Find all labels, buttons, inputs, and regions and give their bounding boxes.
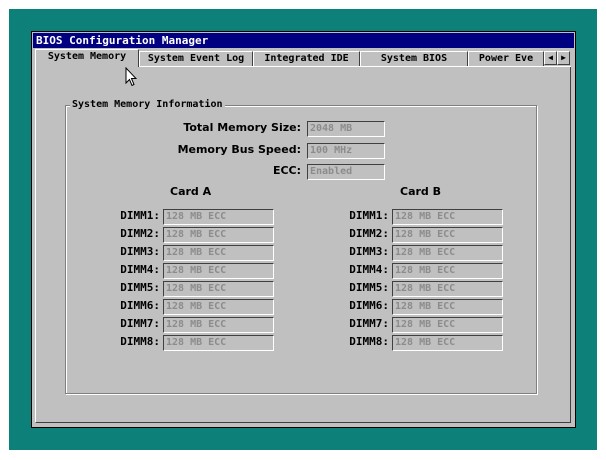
tab-label: System BIOS	[380, 53, 448, 64]
dimm-field: 128 MB ECC	[163, 281, 274, 297]
dimm-field: 128 MB ECC	[392, 299, 503, 315]
memory-bus-speed-field: 100 MHz	[307, 143, 385, 159]
dimm-label: DIMM6:	[349, 299, 389, 312]
window-title: BIOS Configuration Manager	[33, 33, 574, 48]
tab-label: Power Eve	[478, 53, 534, 64]
dimm-label: DIMM3:	[120, 245, 160, 258]
dimm-field: 128 MB ECC	[392, 245, 503, 261]
tab-strip: System Memory System Event Log Integrate…	[35, 49, 571, 67]
dimm-label: DIMM8:	[120, 335, 160, 348]
tab-system-bios[interactable]: System BIOS	[360, 51, 468, 66]
tab-power-events[interactable]: Power Eve	[468, 51, 544, 66]
right-arrow-icon[interactable]: ▶	[557, 51, 570, 65]
total-memory-field: 2048 MB	[307, 121, 385, 137]
dimm-field: 128 MB ECC	[163, 227, 274, 243]
dimm-field: 128 MB ECC	[163, 299, 274, 315]
tab-label: System Memory	[47, 51, 127, 62]
total-memory-label: Total Memory Size:	[183, 121, 301, 134]
dimm-label: DIMM5:	[120, 281, 160, 294]
dimm-label: DIMM4:	[120, 263, 160, 276]
tab-label: Integrated IDE	[264, 53, 349, 64]
left-arrow-icon[interactable]: ◀	[544, 51, 557, 65]
dimm-field: 128 MB ECC	[392, 317, 503, 333]
ecc-label: ECC:	[272, 164, 301, 177]
card-b-heading: Card B	[400, 185, 442, 198]
dimm-label: DIMM5:	[349, 281, 389, 294]
dimm-label: DIMM3:	[349, 245, 389, 258]
dimm-field: 128 MB ECC	[163, 209, 274, 225]
dimm-field: 128 MB ECC	[392, 227, 503, 243]
tab-system-memory[interactable]: System Memory	[35, 49, 139, 67]
dimm-label: DIMM7:	[349, 317, 389, 330]
tab-integrated-ide[interactable]: Integrated IDE	[253, 51, 360, 66]
dimm-label: DIMM7:	[120, 317, 160, 330]
dimm-label: DIMM6:	[120, 299, 160, 312]
ecc-field: Enabled	[307, 164, 385, 180]
dimm-field: 128 MB ECC	[163, 317, 274, 333]
tab-system-event-log[interactable]: System Event Log	[139, 51, 253, 66]
dimm-label: DIMM1:	[349, 209, 389, 222]
dimm-field: 128 MB ECC	[392, 263, 503, 279]
dimm-field: 128 MB ECC	[163, 245, 274, 261]
tab-label: System Event Log	[147, 53, 245, 64]
dimm-label: DIMM8:	[349, 335, 389, 348]
dimm-field: 128 MB ECC	[392, 209, 503, 225]
memory-bus-speed-label: Memory Bus Speed:	[177, 143, 301, 156]
dimm-label: DIMM1:	[120, 209, 160, 222]
dimm-field: 128 MB ECC	[392, 281, 503, 297]
dimm-field: 128 MB ECC	[163, 335, 274, 351]
dimm-field: 128 MB ECC	[392, 335, 503, 351]
group-title: System Memory Information	[70, 99, 225, 111]
mouse-pointer-icon	[125, 67, 137, 87]
card-a-heading: Card A	[170, 185, 212, 198]
dimm-field: 128 MB ECC	[163, 263, 274, 279]
dimm-label: DIMM2:	[349, 227, 389, 240]
dimm-label: DIMM4:	[349, 263, 389, 276]
dimm-label: DIMM2:	[120, 227, 160, 240]
bios-config-window: BIOS Configuration Manager System Memory…	[31, 31, 576, 428]
